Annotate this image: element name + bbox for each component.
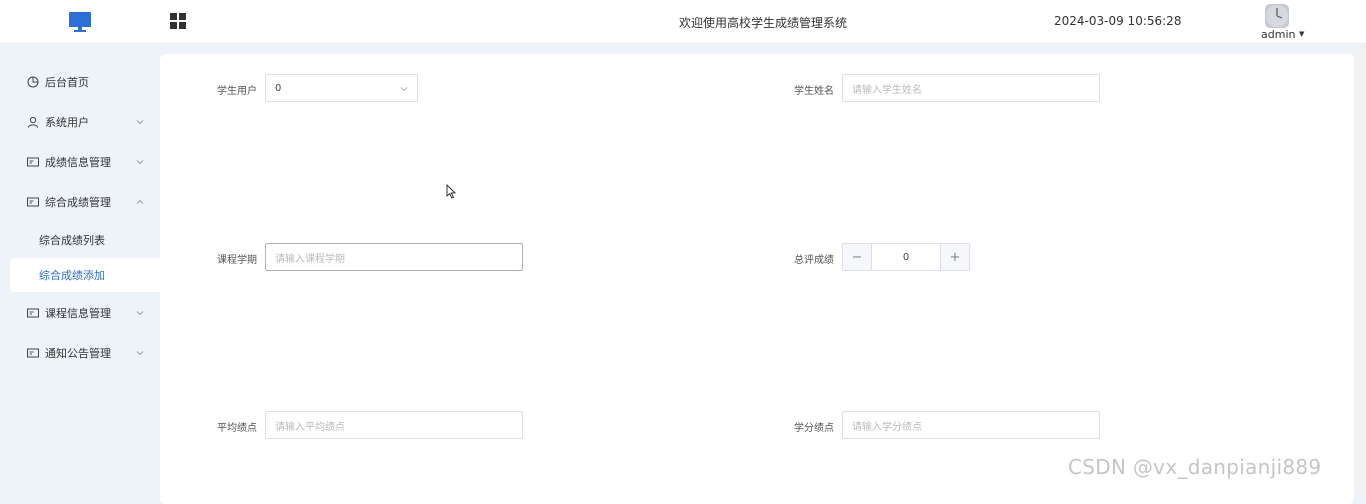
chevron-down-icon [136,160,144,165]
user-name: admin [1261,28,1296,41]
card-icon [27,197,39,207]
card-icon [27,308,39,318]
sidebar-item-label: 成绩信息管理 [45,156,111,169]
sidebar-item-composite-score[interactable]: 综合成绩管理 [0,185,160,219]
chevron-up-icon [136,199,144,204]
mouse-cursor-icon [446,184,456,199]
student-user-label: 学生用户 [217,86,257,97]
credit-gpa-input[interactable]: 请输入学分绩点 [842,411,1100,439]
student-name-placeholder: 请输入学生姓名 [852,84,922,96]
chevron-down-icon [400,87,408,92]
user-icon [28,116,38,128]
chevron-down-icon [136,120,144,125]
sidebar-item-system-users[interactable]: 系统用户 [0,105,160,139]
course-term-label: 课程学期 [217,255,257,266]
student-name-input[interactable]: 请输入学生姓名 [842,74,1100,102]
user-menu[interactable]: admin ▼ [1261,28,1304,41]
sidebar-item-label: 课程信息管理 [45,307,111,320]
sidebar-item-label: 综合成绩管理 [45,196,111,209]
avg-gpa-input[interactable]: 请输入平均绩点 [265,411,523,439]
clock-avatar-icon [1266,5,1288,27]
credit-gpa-label: 学分绩点 [794,423,834,434]
sidebar-subitem-label: 综合成绩列表 [39,234,105,247]
top-bar: 欢迎使用高校学生成绩管理系统 2024-03-09 10:56:28 admin… [0,0,1366,44]
course-term-placeholder: 请输入课程学期 [275,253,345,265]
sidebar-subitem-composite-add[interactable]: 综合成绩添加 [10,258,160,292]
sidebar-item-notices[interactable]: 通知公告管理 [0,336,160,370]
sidebar-item-label: 系统用户 [45,116,89,129]
student-user-value: 0 [275,82,282,94]
sidebar-item-home[interactable]: 后台首页 [0,65,160,99]
clock-icon [27,76,39,88]
datetime-display: 2024-03-09 10:56:28 [1054,14,1182,28]
decrement-button[interactable]: − [843,244,871,270]
course-term-input[interactable]: 请输入课程学期 [265,243,523,271]
student-user-select[interactable]: 0 [265,74,418,102]
watermark: CSDN @vx_danpianji889 [1068,455,1322,479]
student-name-label: 学生姓名 [794,86,834,97]
card-icon [27,348,39,358]
total-score-value[interactable]: 0 [871,244,941,270]
avg-gpa-placeholder: 请输入平均绩点 [275,421,345,433]
total-score-label: 总评成绩 [794,255,834,266]
avg-gpa-label: 平均绩点 [217,423,257,434]
sidebar-subitem-label: 综合成绩添加 [39,269,105,282]
caret-down-icon: ▼ [1298,30,1305,38]
chevron-down-icon [136,311,144,316]
sidebar-subitem-composite-list[interactable]: 综合成绩列表 [10,223,160,257]
sidebar-item-label: 通知公告管理 [45,347,111,360]
increment-button[interactable]: + [941,244,969,270]
sidebar-item-score-info[interactable]: 成绩信息管理 [0,145,160,179]
credit-gpa-placeholder: 请输入学分绩点 [852,421,922,433]
sidebar-item-course-info[interactable]: 课程信息管理 [0,296,160,330]
avatar[interactable] [1265,4,1289,28]
card-icon [27,157,39,167]
total-score-stepper[interactable]: − 0 + [842,243,970,271]
scrollbar[interactable] [1356,45,1366,492]
sidebar-item-label: 后台首页 [45,76,89,89]
chevron-down-icon [136,351,144,356]
